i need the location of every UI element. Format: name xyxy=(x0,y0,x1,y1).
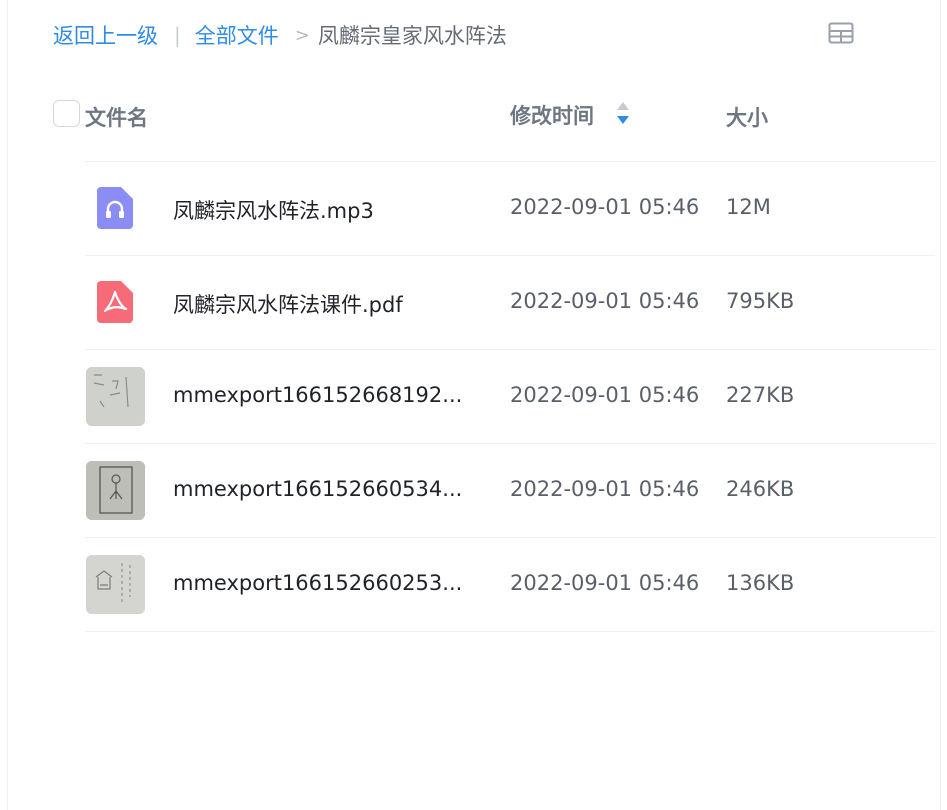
file-list: 凤麟宗风水阵法.mp3 2022-09-01 05:46 12M 凤麟宗风水阵法… xyxy=(85,161,935,632)
breadcrumb: 返回上一级 | 全部文件 > 凤麟宗皇家风水阵法 xyxy=(53,20,507,50)
pdf-file-icon xyxy=(85,272,145,332)
table-layout-icon xyxy=(828,22,854,44)
file-modified: 2022-09-01 05:46 xyxy=(510,289,700,313)
table-row[interactable]: 凤麟宗风水阵法课件.pdf 2022-09-01 05:46 795KB xyxy=(85,255,935,349)
file-list-panel: 返回上一级 | 全部文件 > 凤麟宗皇家风水阵法 文件名 修改时间 大小 凤麟宗… xyxy=(7,0,941,810)
file-name[interactable]: mmexport166152660534... xyxy=(173,477,462,501)
file-modified: 2022-09-01 05:46 xyxy=(510,477,700,501)
image-thumbnail xyxy=(85,366,145,426)
file-size: 227KB xyxy=(726,383,795,407)
audio-file-icon xyxy=(85,178,145,238)
back-link[interactable]: 返回上一级 xyxy=(53,20,158,50)
file-name[interactable]: mmexport166152668192... xyxy=(173,383,462,407)
file-modified: 2022-09-01 05:46 xyxy=(510,383,700,407)
table-row[interactable]: mmexport166152660253... 2022-09-01 05:46… xyxy=(85,537,935,632)
table-row[interactable]: mmexport166152660534... 2022-09-01 05:46… xyxy=(85,443,935,537)
table-row[interactable]: mmexport166152668192... 2022-09-01 05:46… xyxy=(85,349,935,443)
table-header: 文件名 修改时间 大小 xyxy=(8,92,940,142)
select-all-checkbox[interactable] xyxy=(53,100,80,127)
breadcrumb-separator: | xyxy=(174,23,181,47)
image-thumbnail xyxy=(85,460,145,520)
file-name[interactable]: 凤麟宗风水阵法课件.pdf xyxy=(173,289,403,319)
current-folder: 凤麟宗皇家风水阵法 xyxy=(317,24,507,48)
grid-view-toggle[interactable] xyxy=(828,22,854,44)
column-header-name[interactable]: 文件名 xyxy=(85,102,148,132)
file-modified: 2022-09-01 05:46 xyxy=(510,195,700,219)
file-size: 12M xyxy=(726,195,771,219)
file-size: 136KB xyxy=(726,571,795,595)
file-name[interactable]: mmexport166152660253... xyxy=(173,571,462,595)
file-modified: 2022-09-01 05:46 xyxy=(510,571,700,595)
file-size: 246KB xyxy=(726,477,795,501)
sort-arrows-icon xyxy=(617,102,629,124)
column-header-modified[interactable]: 修改时间 xyxy=(510,100,594,130)
sort-icon[interactable] xyxy=(615,100,631,126)
file-size: 795KB xyxy=(726,289,795,313)
image-thumbnail xyxy=(85,554,145,614)
column-header-size[interactable]: 大小 xyxy=(726,102,768,132)
table-row[interactable]: 凤麟宗风水阵法.mp3 2022-09-01 05:46 12M xyxy=(85,161,935,255)
breadcrumb-arrow: > xyxy=(294,24,310,46)
all-files-link[interactable]: 全部文件 xyxy=(195,20,279,50)
file-name[interactable]: 凤麟宗风水阵法.mp3 xyxy=(173,195,374,225)
